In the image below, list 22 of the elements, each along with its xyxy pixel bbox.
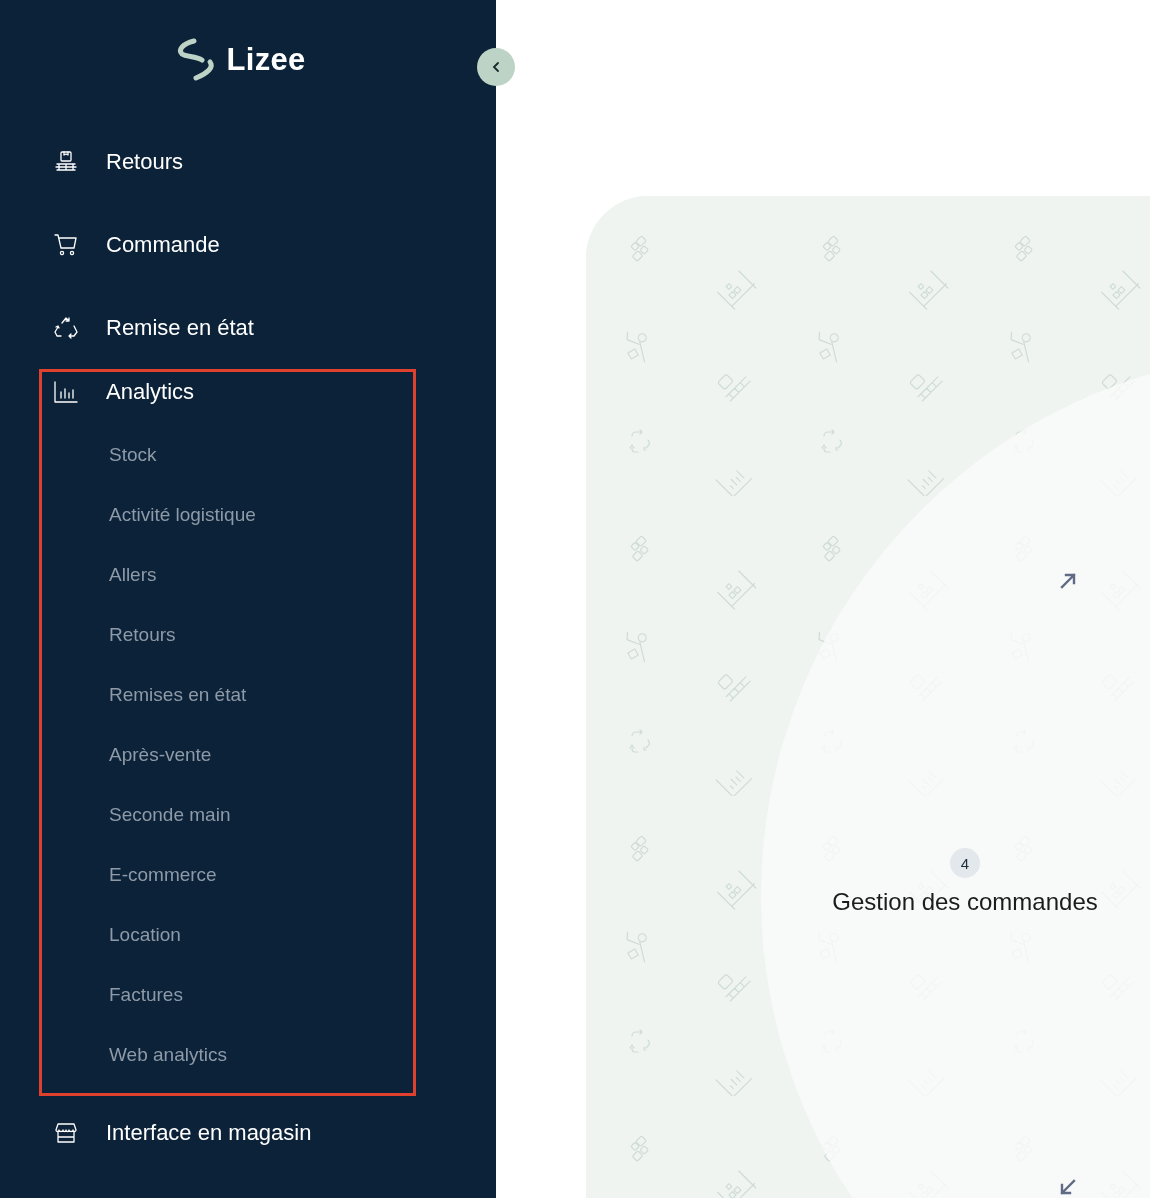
sidebar-subitem[interactable]: Stock — [42, 425, 413, 485]
sidebar-subitem[interactable]: Location — [42, 905, 413, 965]
logo-text: Lizee — [226, 42, 306, 78]
sidebar-item[interactable]: Commande — [0, 203, 496, 286]
sidebar-subitem[interactable]: Web analytics — [42, 1025, 413, 1085]
sidebar-subitem[interactable]: Seconde main — [42, 785, 413, 845]
sidebar-subitem[interactable]: E-commerce — [42, 845, 413, 905]
sidebar-subitem[interactable]: Allers — [42, 545, 413, 605]
arrow-icon[interactable] — [1059, 572, 1077, 590]
chevron-left-icon — [490, 61, 502, 73]
sidebar-item[interactable]: Interface en magasin — [0, 1091, 496, 1174]
sidebar-subitem[interactable]: Activité logistique — [42, 485, 413, 545]
sidebar-subitem[interactable]: Factures — [42, 965, 413, 1025]
sidebar-subitem[interactable]: Après-vente — [42, 725, 413, 785]
sidebar-subitem[interactable]: Retours — [42, 605, 413, 665]
sidebar-item[interactable]: Retours — [0, 120, 496, 203]
card-title: Gestion des commandes — [832, 888, 1098, 916]
sidebar-item[interactable]: Analytics — [42, 372, 413, 412]
sidebar-subitem[interactable]: Remises en état — [42, 665, 413, 725]
arrow-icon[interactable] — [1059, 1178, 1077, 1196]
sidebar-item[interactable]: Remise en état — [0, 286, 496, 369]
collapse-button[interactable] — [477, 48, 515, 86]
